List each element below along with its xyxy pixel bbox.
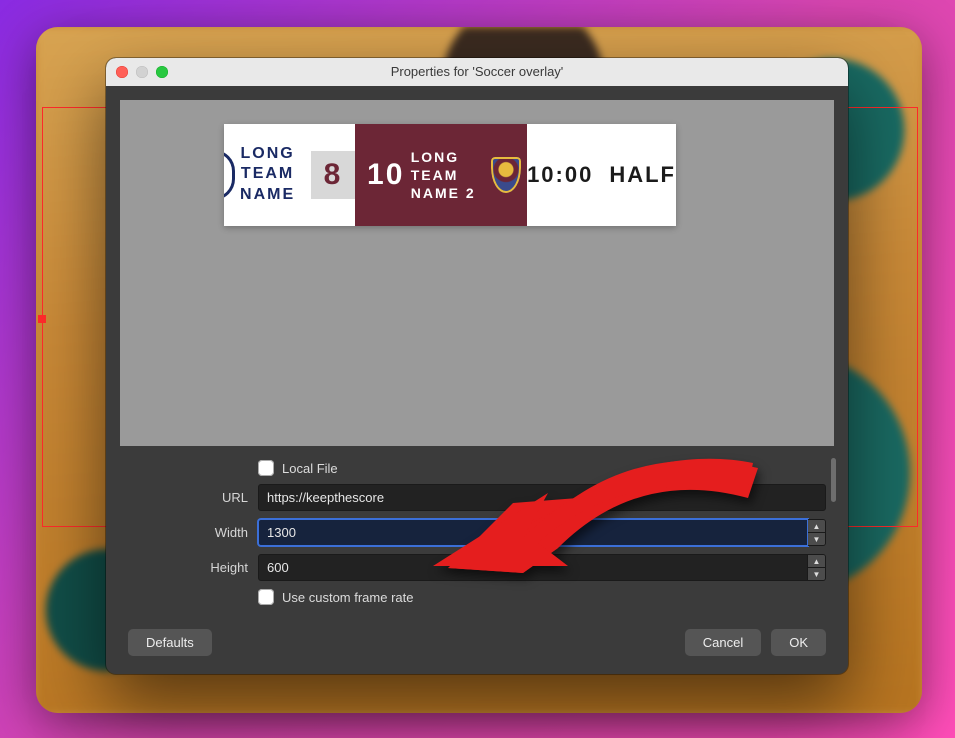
titlebar: Properties for 'Soccer overlay' [106,58,848,86]
ok-button[interactable]: OK [771,629,826,656]
window-title: Properties for 'Soccer overlay' [106,64,848,79]
team1-name: LONG TEAM NAME [224,124,311,226]
chevron-down-icon[interactable]: ▼ [808,533,825,545]
local-file-checkbox[interactable] [258,460,274,476]
cancel-button[interactable]: Cancel [685,629,761,656]
scoreboard-overlay: LONG TEAM NAME 8 10 LONG TEAM NAME 2 10:… [224,124,676,226]
window-close-icon[interactable] [116,66,128,78]
width-input[interactable] [258,519,808,546]
scrollbar[interactable] [831,458,836,502]
defaults-button[interactable]: Defaults [128,629,212,656]
game-period: HALF [609,162,676,188]
height-label: Height [128,560,258,575]
window-minimize-icon [136,66,148,78]
team2-badge-icon [491,157,521,193]
custom-frame-rate-checkbox[interactable] [258,589,274,605]
resize-handle[interactable] [38,315,46,323]
source-preview: LONG TEAM NAME 8 10 LONG TEAM NAME 2 10:… [120,100,834,446]
height-input[interactable] [258,554,808,581]
width-stepper[interactable]: ▲ ▼ [808,519,826,546]
height-stepper[interactable]: ▲ ▼ [808,554,826,581]
team2-name: LONG TEAM NAME 2 [411,148,491,203]
width-label: Width [128,525,258,540]
window-zoom-icon[interactable] [156,66,168,78]
url-input[interactable] [258,484,826,511]
team2-score: 10 [361,158,411,192]
chevron-up-icon[interactable]: ▲ [808,555,825,568]
chevron-up-icon[interactable]: ▲ [808,520,825,533]
local-file-label: Local File [282,461,338,476]
dialog-footer: Defaults Cancel OK [106,623,848,674]
chevron-down-icon[interactable]: ▼ [808,568,825,580]
game-clock: 10:00 [527,162,593,188]
team1-score: 8 [311,151,355,199]
url-label: URL [128,490,258,505]
properties-form: Local File URL Width ▲ ▼ Heigh [106,446,848,623]
properties-dialog: Properties for 'Soccer overlay' LONG TEA… [106,58,848,674]
custom-frame-rate-label: Use custom frame rate [282,590,414,605]
